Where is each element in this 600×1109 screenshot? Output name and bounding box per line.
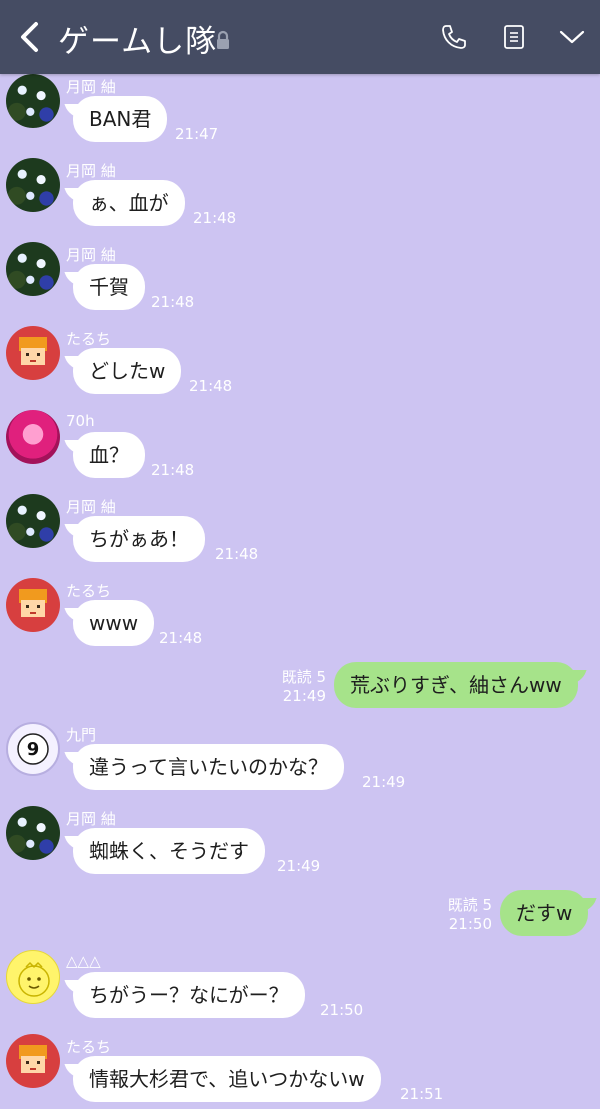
avatar[interactable] bbox=[6, 242, 60, 296]
message-time: 21:51 bbox=[400, 1085, 444, 1103]
chevron-down-icon[interactable] bbox=[558, 23, 586, 51]
message-time: 21:47 bbox=[175, 125, 219, 143]
message-time: 21:48 bbox=[189, 377, 233, 395]
chat-header: ゲームし隊 bbox=[0, 0, 600, 74]
read-receipt: 既読 5 21:50 bbox=[447, 896, 492, 933]
message-time: 21:48 bbox=[215, 545, 259, 563]
message-bubble[interactable]: ぁ、血が bbox=[73, 180, 185, 226]
message-bubble-outgoing[interactable]: 荒ぶりすぎ、紬さんww bbox=[334, 662, 578, 708]
sender-name: 九門 bbox=[66, 726, 97, 744]
message-time: 21:48 bbox=[151, 461, 195, 479]
message-time: 21:48 bbox=[151, 293, 195, 311]
message-bubble-outgoing[interactable]: だすw bbox=[500, 890, 589, 936]
avatar-character-image bbox=[18, 961, 50, 997]
avatar-number-badge: 9 bbox=[17, 733, 49, 765]
read-receipt: 既読 5 21:49 bbox=[281, 668, 326, 705]
message-bubble[interactable]: 情報大杉君で、追いつかないw bbox=[73, 1056, 381, 1102]
avatar[interactable] bbox=[6, 950, 60, 1004]
notes-icon[interactable] bbox=[500, 23, 528, 51]
avatar[interactable] bbox=[6, 1034, 60, 1088]
chevron-left-icon[interactable] bbox=[14, 20, 46, 54]
avatar[interactable]: 9 bbox=[6, 722, 60, 776]
sender-name: △△△ bbox=[66, 952, 101, 970]
message-time: 21:48 bbox=[159, 629, 203, 647]
avatar-character-image bbox=[19, 589, 47, 617]
sender-name: たるち bbox=[66, 330, 112, 348]
message-list[interactable]: 月岡 紬 BAN君 21:47 月岡 紬 ぁ、血が 21:48 月岡 紬 千賀 … bbox=[0, 74, 600, 1109]
avatar[interactable] bbox=[6, 806, 60, 860]
message-bubble[interactable]: ちがうー？なにがー？ bbox=[73, 972, 305, 1018]
sender-name: 月岡 紬 bbox=[66, 162, 116, 180]
sender-name: 月岡 紬 bbox=[66, 78, 116, 96]
message-time: 21:48 bbox=[193, 209, 237, 227]
message-bubble[interactable]: 千賀 bbox=[73, 264, 145, 310]
sender-name: 月岡 紬 bbox=[66, 498, 116, 516]
sender-name: たるち bbox=[66, 1038, 112, 1056]
message-time: 21:50 bbox=[320, 1001, 364, 1019]
message-bubble[interactable]: BAN君 bbox=[73, 96, 168, 142]
message-bubble[interactable]: どしたw bbox=[73, 348, 182, 394]
sender-name: たるち bbox=[66, 582, 112, 600]
message-bubble[interactable]: 血？ bbox=[73, 432, 145, 478]
sender-name: 月岡 紬 bbox=[66, 810, 116, 828]
sender-name: 70h bbox=[66, 412, 95, 430]
message-bubble[interactable]: ちがぁあ！ bbox=[73, 516, 205, 562]
avatar-character-image bbox=[19, 337, 47, 365]
svg-text:9: 9 bbox=[27, 739, 40, 760]
message-time: 21:49 bbox=[277, 857, 321, 875]
avatar[interactable] bbox=[6, 158, 60, 212]
avatar[interactable] bbox=[6, 410, 60, 464]
sender-name: 月岡 紬 bbox=[66, 246, 116, 264]
avatar-character-image bbox=[19, 1045, 47, 1073]
phone-icon[interactable] bbox=[440, 23, 468, 51]
avatar[interactable] bbox=[6, 494, 60, 548]
avatar[interactable] bbox=[6, 74, 60, 128]
message-bubble[interactable]: www bbox=[73, 600, 155, 646]
message-time: 21:49 bbox=[362, 773, 406, 791]
message-bubble[interactable]: 違うって言いたいのかな？ bbox=[73, 744, 344, 790]
chat-title: ゲームし隊 bbox=[58, 24, 218, 60]
avatar[interactable] bbox=[6, 326, 60, 380]
avatar[interactable] bbox=[6, 578, 60, 632]
message-bubble[interactable]: 蜘蛛く、そうだす bbox=[73, 828, 265, 874]
lock-icon bbox=[217, 30, 229, 49]
